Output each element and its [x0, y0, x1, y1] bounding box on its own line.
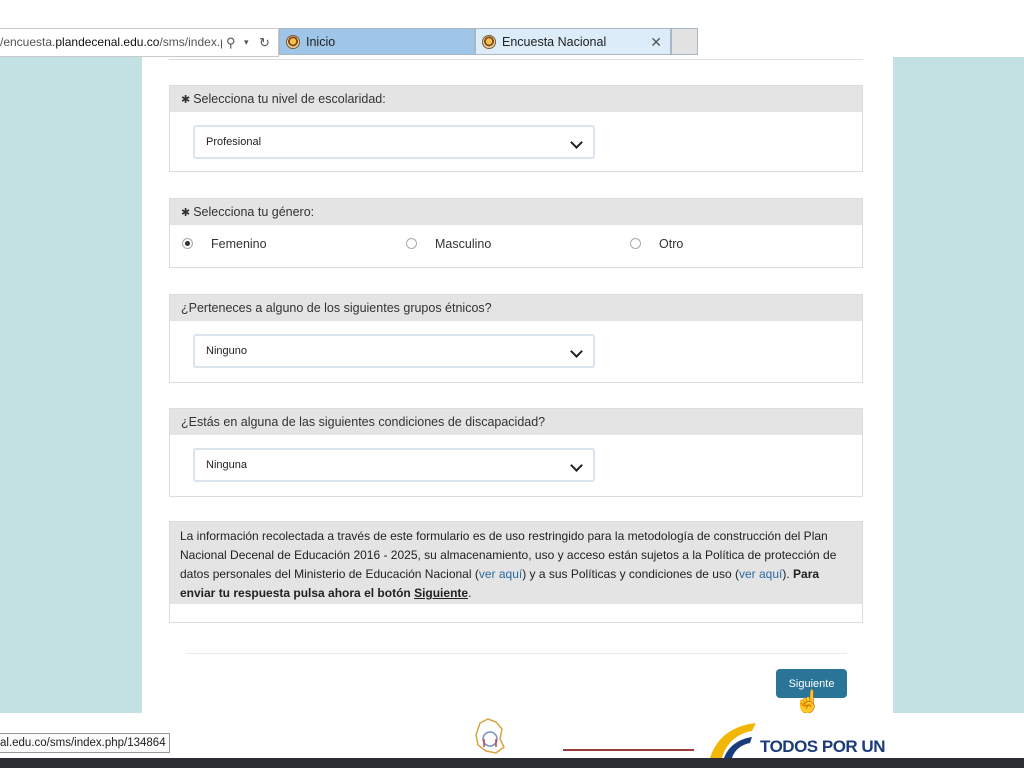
footer: al.edu.co/sms/index.php/134864 TODOS POR… [0, 713, 1024, 758]
refresh-icon[interactable]: ↻ [259, 29, 270, 56]
radio-label: Masculino [435, 237, 492, 251]
privacy-policy-link[interactable]: ver aquí [479, 567, 522, 581]
tab-label: Encuesta Nacional [502, 35, 607, 49]
select-value: Ninguna [206, 459, 247, 471]
radio-button[interactable] [406, 238, 417, 249]
anniversary-logo-icon [475, 718, 505, 754]
ethnic-question: ¿Perteneces a alguno de los siguientes g… [170, 295, 862, 321]
privacy-text-3: ). [782, 567, 794, 581]
question-label: Selecciona tu género: [193, 205, 315, 219]
hand-pointer-cursor-icon: ☝ [794, 689, 822, 714]
radio-label: Femenino [211, 237, 267, 251]
divider [186, 653, 847, 654]
radio-button[interactable] [630, 238, 641, 249]
close-tab-icon[interactable]: ✕ [650, 29, 662, 54]
ethnic-select[interactable]: Ninguno [193, 334, 595, 368]
page-background-right [893, 57, 1024, 713]
education-select[interactable]: Profesional [193, 125, 595, 159]
privacy-text-end: . [468, 586, 472, 600]
gender-question: ✱ Selecciona tu género: [170, 199, 862, 225]
education-panel: ✱ Selecciona tu nivel de escolaridad: Pro… [169, 85, 863, 172]
brand-text: TODOS POR UN [760, 737, 885, 756]
chevron-down-icon [570, 345, 583, 358]
tab-encuesta-nacional[interactable]: Encuesta Nacional ✕ [475, 28, 671, 55]
os-taskbar [0, 758, 1024, 768]
privacy-panel: La información recolectada a través de e… [169, 521, 863, 623]
select-value: Ninguno [206, 345, 247, 357]
page-background-left [0, 57, 142, 713]
required-mark: ✱ [181, 207, 191, 219]
disability-panel: ¿Estás en alguna de las siguientes condi… [169, 408, 863, 497]
new-tab-button[interactable] [671, 28, 698, 55]
chevron-down-icon [570, 459, 583, 472]
privacy-text-2: ) y a sus Políticas y condiciones de uso… [522, 567, 739, 581]
dropdown-icon[interactable]: ▾ [244, 29, 249, 56]
previous-panel-edge [169, 57, 863, 60]
terms-of-use-link[interactable]: ver aquí [739, 567, 782, 581]
search-icon[interactable]: ⚲ [226, 29, 236, 56]
address-bar[interactable]: /encuesta.plandecenal.edu.co/sms/index.p… [0, 28, 279, 57]
site-favicon-icon [286, 35, 300, 49]
privacy-notice: La información recolectada a través de e… [170, 522, 862, 604]
browser-chrome: /encuesta.plandecenal.edu.co/sms/index.p… [0, 0, 1024, 57]
chevron-down-icon [570, 136, 583, 149]
disability-question: ¿Estás en alguna de las siguientes condi… [170, 409, 862, 435]
gender-panel: ✱ Selecciona tu género: Femenino Masculin… [169, 198, 863, 268]
question-label: Selecciona tu nivel de escolaridad: [193, 92, 386, 106]
footer-divider-line [563, 749, 694, 751]
required-mark: ✱ [181, 94, 191, 106]
disability-select[interactable]: Ninguna [193, 448, 595, 482]
submit-instruction-button-name: Siguiente [414, 586, 469, 600]
education-question: ✱ Selecciona tu nivel de escolaridad: [170, 86, 862, 112]
status-url-tooltip: al.edu.co/sms/index.php/134864 [0, 733, 170, 753]
tab-inicio[interactable]: Inicio [279, 28, 475, 55]
radio-button[interactable] [182, 238, 193, 249]
radio-label: Otro [659, 237, 684, 251]
survey-content: ✱ Selecciona tu nivel de escolaridad: Pro… [142, 57, 893, 714]
site-favicon-icon [482, 35, 496, 49]
select-value: Profesional [206, 136, 262, 148]
ethnic-panel: ¿Perteneces a alguno de los siguientes g… [169, 294, 863, 383]
url-text[interactable]: /encuesta.plandecenal.edu.co/sms/index.p [0, 29, 222, 56]
tab-label: Inicio [306, 35, 336, 49]
gender-options: Femenino Masculino Otro [170, 225, 862, 267]
